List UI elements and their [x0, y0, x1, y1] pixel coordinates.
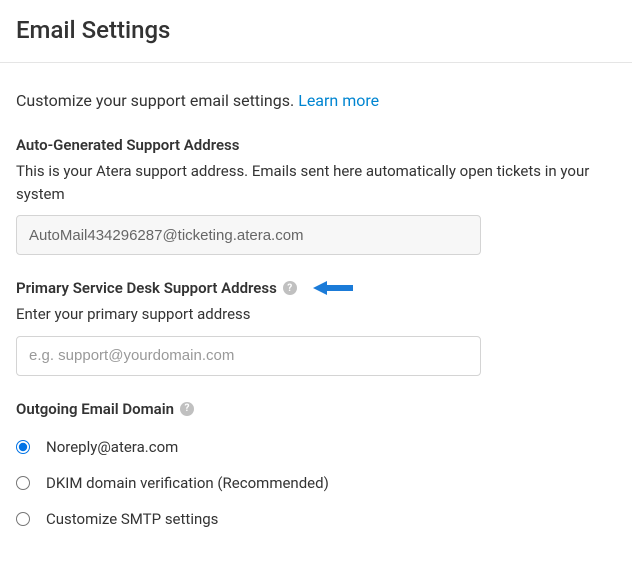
- radio-input[interactable]: [16, 512, 30, 526]
- intro-copy: Customize your support email settings.: [16, 91, 298, 110]
- auto-generated-label: Auto-Generated Support Address: [16, 136, 239, 154]
- primary-address-help: Enter your primary support address: [16, 303, 616, 326]
- radio-option-dkim[interactable]: DKIM domain verification (Recommended): [16, 474, 616, 492]
- primary-address-input[interactable]: [16, 336, 481, 376]
- intro-text: Customize your support email settings. L…: [16, 91, 616, 110]
- radio-input[interactable]: [16, 440, 30, 454]
- help-icon[interactable]: ?: [180, 402, 194, 416]
- auto-generated-help: This is your Atera support address. Emai…: [16, 160, 616, 205]
- radio-option-smtp[interactable]: Customize SMTP settings: [16, 510, 616, 528]
- radio-label[interactable]: Customize SMTP settings: [46, 510, 218, 528]
- outgoing-domain-label: Outgoing Email Domain: [16, 400, 174, 418]
- radio-label[interactable]: Noreply@atera.com: [46, 438, 178, 456]
- outgoing-domain-section: Outgoing Email Domain ? Noreply@atera.co…: [16, 400, 616, 528]
- outgoing-domain-radio-group: Noreply@atera.com DKIM domain verificati…: [16, 438, 616, 528]
- radio-option-noreply[interactable]: Noreply@atera.com: [16, 438, 616, 456]
- auto-generated-section: Auto-Generated Support Address This is y…: [16, 136, 616, 255]
- arrow-left-icon: [313, 280, 353, 296]
- primary-address-label: Primary Service Desk Support Address: [16, 279, 277, 297]
- auto-generated-input[interactable]: [16, 215, 481, 255]
- help-icon[interactable]: ?: [283, 281, 297, 295]
- primary-address-section: Primary Service Desk Support Address ? E…: [16, 279, 616, 376]
- radio-input[interactable]: [16, 476, 30, 490]
- page-title: Email Settings: [16, 16, 616, 44]
- learn-more-link[interactable]: Learn more: [298, 91, 379, 110]
- radio-label[interactable]: DKIM domain verification (Recommended): [46, 474, 329, 492]
